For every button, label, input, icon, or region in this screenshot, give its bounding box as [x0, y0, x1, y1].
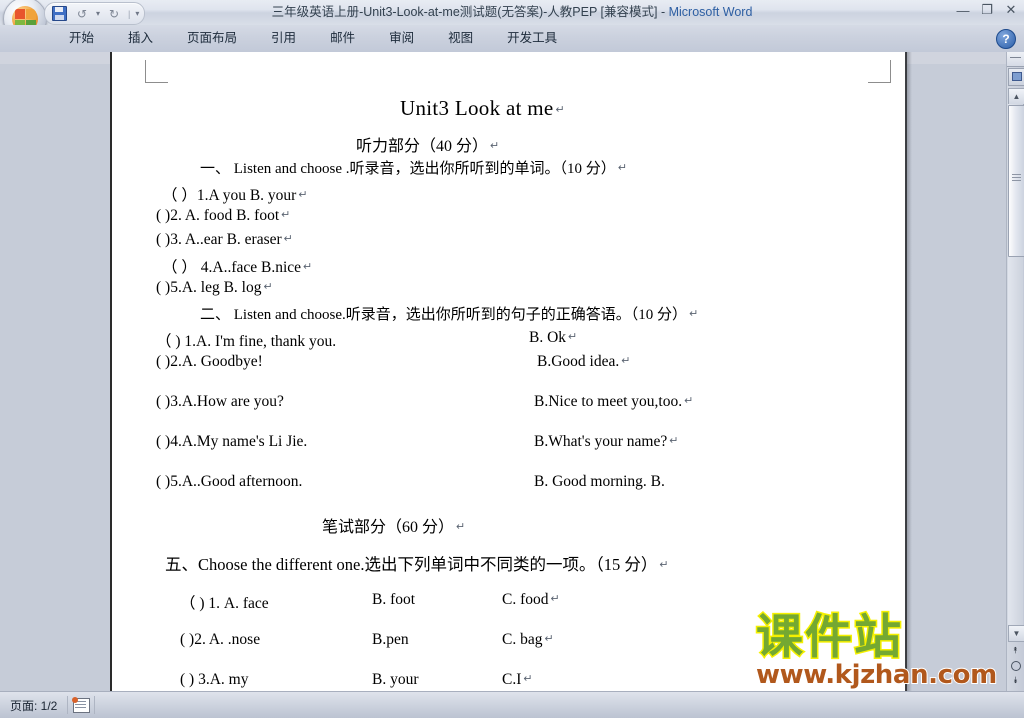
- q2-item-4-right: B.What's your name? ↵: [534, 433, 679, 450]
- close-button[interactable]: ✕: [1004, 2, 1018, 18]
- quick-access-toolbar: ↺ ▾ ↻ | ▾: [44, 2, 146, 25]
- pilcrow-mark: ↵: [263, 281, 273, 293]
- pilcrow-mark: ↵: [281, 209, 291, 221]
- question-5-heading: 五、Choose the different one.选出下列单词中不同类的一项…: [165, 555, 669, 574]
- q2-item-5-left: ( )5.A..Good afternoon.: [156, 473, 303, 490]
- title-bar: 三年级英语上册-Unit3-Look-at-me测试题(无答案)-人教PEP […: [0, 0, 1024, 41]
- q5-item-2-a: ( )2. A. .nose: [180, 631, 261, 648]
- pilcrow-mark: ↵: [684, 395, 694, 407]
- ribbon-tabs: 开始 插入 页面布局 引用 邮件 审阅 视图 开发工具: [52, 25, 574, 52]
- pilcrow-mark: ↵: [555, 104, 566, 116]
- q5-item-3-c: C.I ↵: [502, 671, 533, 688]
- tab-view[interactable]: 视图: [431, 25, 490, 52]
- redo-icon[interactable]: ↻: [105, 5, 123, 22]
- window-controls: — ❐ ✕: [956, 2, 1018, 18]
- window-title-document: 三年级英语上册-Unit3-Look-at-me测试题(无答案)-人教PEP […: [271, 5, 658, 19]
- document-content: Unit3 Look at me ↵ 听力部分（40 分） ↵ 一、 Listen …: [112, 52, 901, 692]
- q2-item-4-left: ( )4.A.My name's Li Jie.: [156, 433, 308, 450]
- pilcrow-mark: ↵: [689, 308, 699, 320]
- tab-page-layout[interactable]: 页面布局: [170, 25, 254, 52]
- scrollbar-thumb[interactable]: [1008, 105, 1024, 257]
- save-icon[interactable]: [50, 5, 68, 22]
- help-icon[interactable]: ?: [996, 29, 1016, 49]
- q5-item-3-b: B. your: [372, 671, 419, 688]
- pilcrow-mark: ↵: [298, 189, 308, 201]
- window-title-separator: -: [657, 5, 669, 19]
- page-shadow: [905, 52, 912, 692]
- q5-item-1-a: （ ) 1. A. face: [180, 595, 269, 612]
- browse-object-icon[interactable]: [1009, 659, 1022, 672]
- q2-item-1-right: B. Ok ↵: [529, 329, 578, 346]
- pilcrow-mark: ↵: [303, 261, 313, 273]
- q1-item-1: （ ）1.A you B. your ↵: [162, 187, 308, 204]
- pilcrow-mark: ↵: [544, 633, 554, 645]
- q5-item-1-b: B. foot: [372, 591, 416, 608]
- scroll-down-arrow-icon[interactable]: ▼: [1008, 625, 1024, 642]
- listening-section-heading: 听力部分（40 分） ↵: [356, 138, 500, 155]
- q5-item-1-c: C. food ↵: [502, 591, 560, 608]
- tab-developer[interactable]: 开发工具: [490, 25, 574, 52]
- next-page-icon[interactable]: ⯯: [1009, 674, 1022, 687]
- tab-references[interactable]: 引用: [254, 25, 313, 52]
- window-title: 三年级英语上册-Unit3-Look-at-me测试题(无答案)-人教PEP […: [0, 0, 1024, 25]
- tab-insert[interactable]: 插入: [111, 25, 170, 52]
- view-ruler-icon[interactable]: [1008, 68, 1024, 86]
- document-heading: Unit3 Look at me ↵: [400, 96, 566, 120]
- status-bar: 页面: 1/2: [0, 691, 1024, 718]
- undo-icon[interactable]: ↺: [73, 5, 91, 22]
- pilcrow-mark: ↵: [568, 331, 578, 343]
- written-section-heading: 笔试部分（60 分） ↵: [322, 519, 466, 536]
- ribbon-tab-strip: 开始 插入 页面布局 引用 邮件 审阅 视图 开发工具 ?: [0, 25, 1024, 53]
- q5-item-3-a: ( ) 3.A. my: [180, 671, 249, 688]
- split-window-handle[interactable]: [1007, 52, 1024, 67]
- pilcrow-mark: ↵: [659, 559, 669, 571]
- q1-item-2: ( )2. A. food B. foot ↵: [156, 207, 291, 224]
- vertical-scrollbar[interactable]: ▲ ▼ ⯭ ⯯: [1006, 52, 1024, 692]
- qat-divider: |: [128, 8, 131, 19]
- pilcrow-mark: ↵: [283, 233, 293, 245]
- q1-item-4: （ ） 4.A..face B.nice ↵: [162, 259, 313, 276]
- q1-item-3: ( )3. A..ear B. eraser ↵: [156, 231, 293, 248]
- scroll-up-arrow-icon[interactable]: ▲: [1008, 88, 1024, 105]
- window-title-app: Microsoft Word: [668, 5, 753, 19]
- previous-page-icon[interactable]: ⯭: [1009, 644, 1022, 657]
- minimize-button[interactable]: —: [956, 2, 970, 18]
- tab-mailings[interactable]: 邮件: [313, 25, 372, 52]
- q2-item-2-right: B.Good idea. ↵: [537, 353, 631, 370]
- q2-item-5-right: B. Good morning. B.: [534, 473, 665, 490]
- status-bar-empty-area: [95, 692, 1024, 718]
- q2-item-3-right: B.Nice to meet you,too. ↵: [534, 393, 694, 410]
- q2-item-1-left: （ ) 1.A. I'm fine, thank you.: [156, 333, 337, 350]
- q2-item-3-left: ( )3.A.How are you?: [156, 393, 284, 410]
- pilcrow-mark: ↵: [550, 593, 560, 605]
- page-number-status[interactable]: 页面: 1/2: [0, 697, 67, 714]
- pilcrow-mark: ↵: [456, 521, 466, 533]
- customize-qat-icon[interactable]: ▾: [135, 9, 139, 18]
- q5-item-2-c: C. bag ↵: [502, 631, 554, 648]
- q2-item-2-left: ( )2.A. Goodbye!: [156, 353, 263, 370]
- tab-home[interactable]: 开始: [52, 25, 111, 52]
- word-application-window: 三年级英语上册-Unit3-Look-at-me测试题(无答案)-人教PEP […: [0, 0, 1024, 718]
- question-2-heading: 二、 Listen and choose.听录音，选出你所听到的句子的正确答语。…: [200, 307, 699, 323]
- question-1-heading: 一、 Listen and choose .听录音，选出你所听到的单词。（10 …: [200, 161, 628, 177]
- q5-item-2-b: B.pen: [372, 631, 409, 648]
- pilcrow-mark: ↵: [621, 355, 631, 367]
- pilcrow-mark: ↵: [490, 140, 500, 152]
- pilcrow-mark: ↵: [617, 162, 628, 174]
- restore-button[interactable]: ❐: [980, 2, 994, 18]
- tab-review[interactable]: 审阅: [372, 25, 431, 52]
- undo-dropdown-icon[interactable]: ▾: [96, 9, 100, 18]
- pilcrow-mark: ↵: [669, 435, 679, 447]
- pilcrow-mark: ↵: [523, 673, 533, 685]
- q1-item-5: ( )5.A. leg B. log ↵: [156, 279, 273, 296]
- document-map-icon[interactable]: [68, 695, 94, 715]
